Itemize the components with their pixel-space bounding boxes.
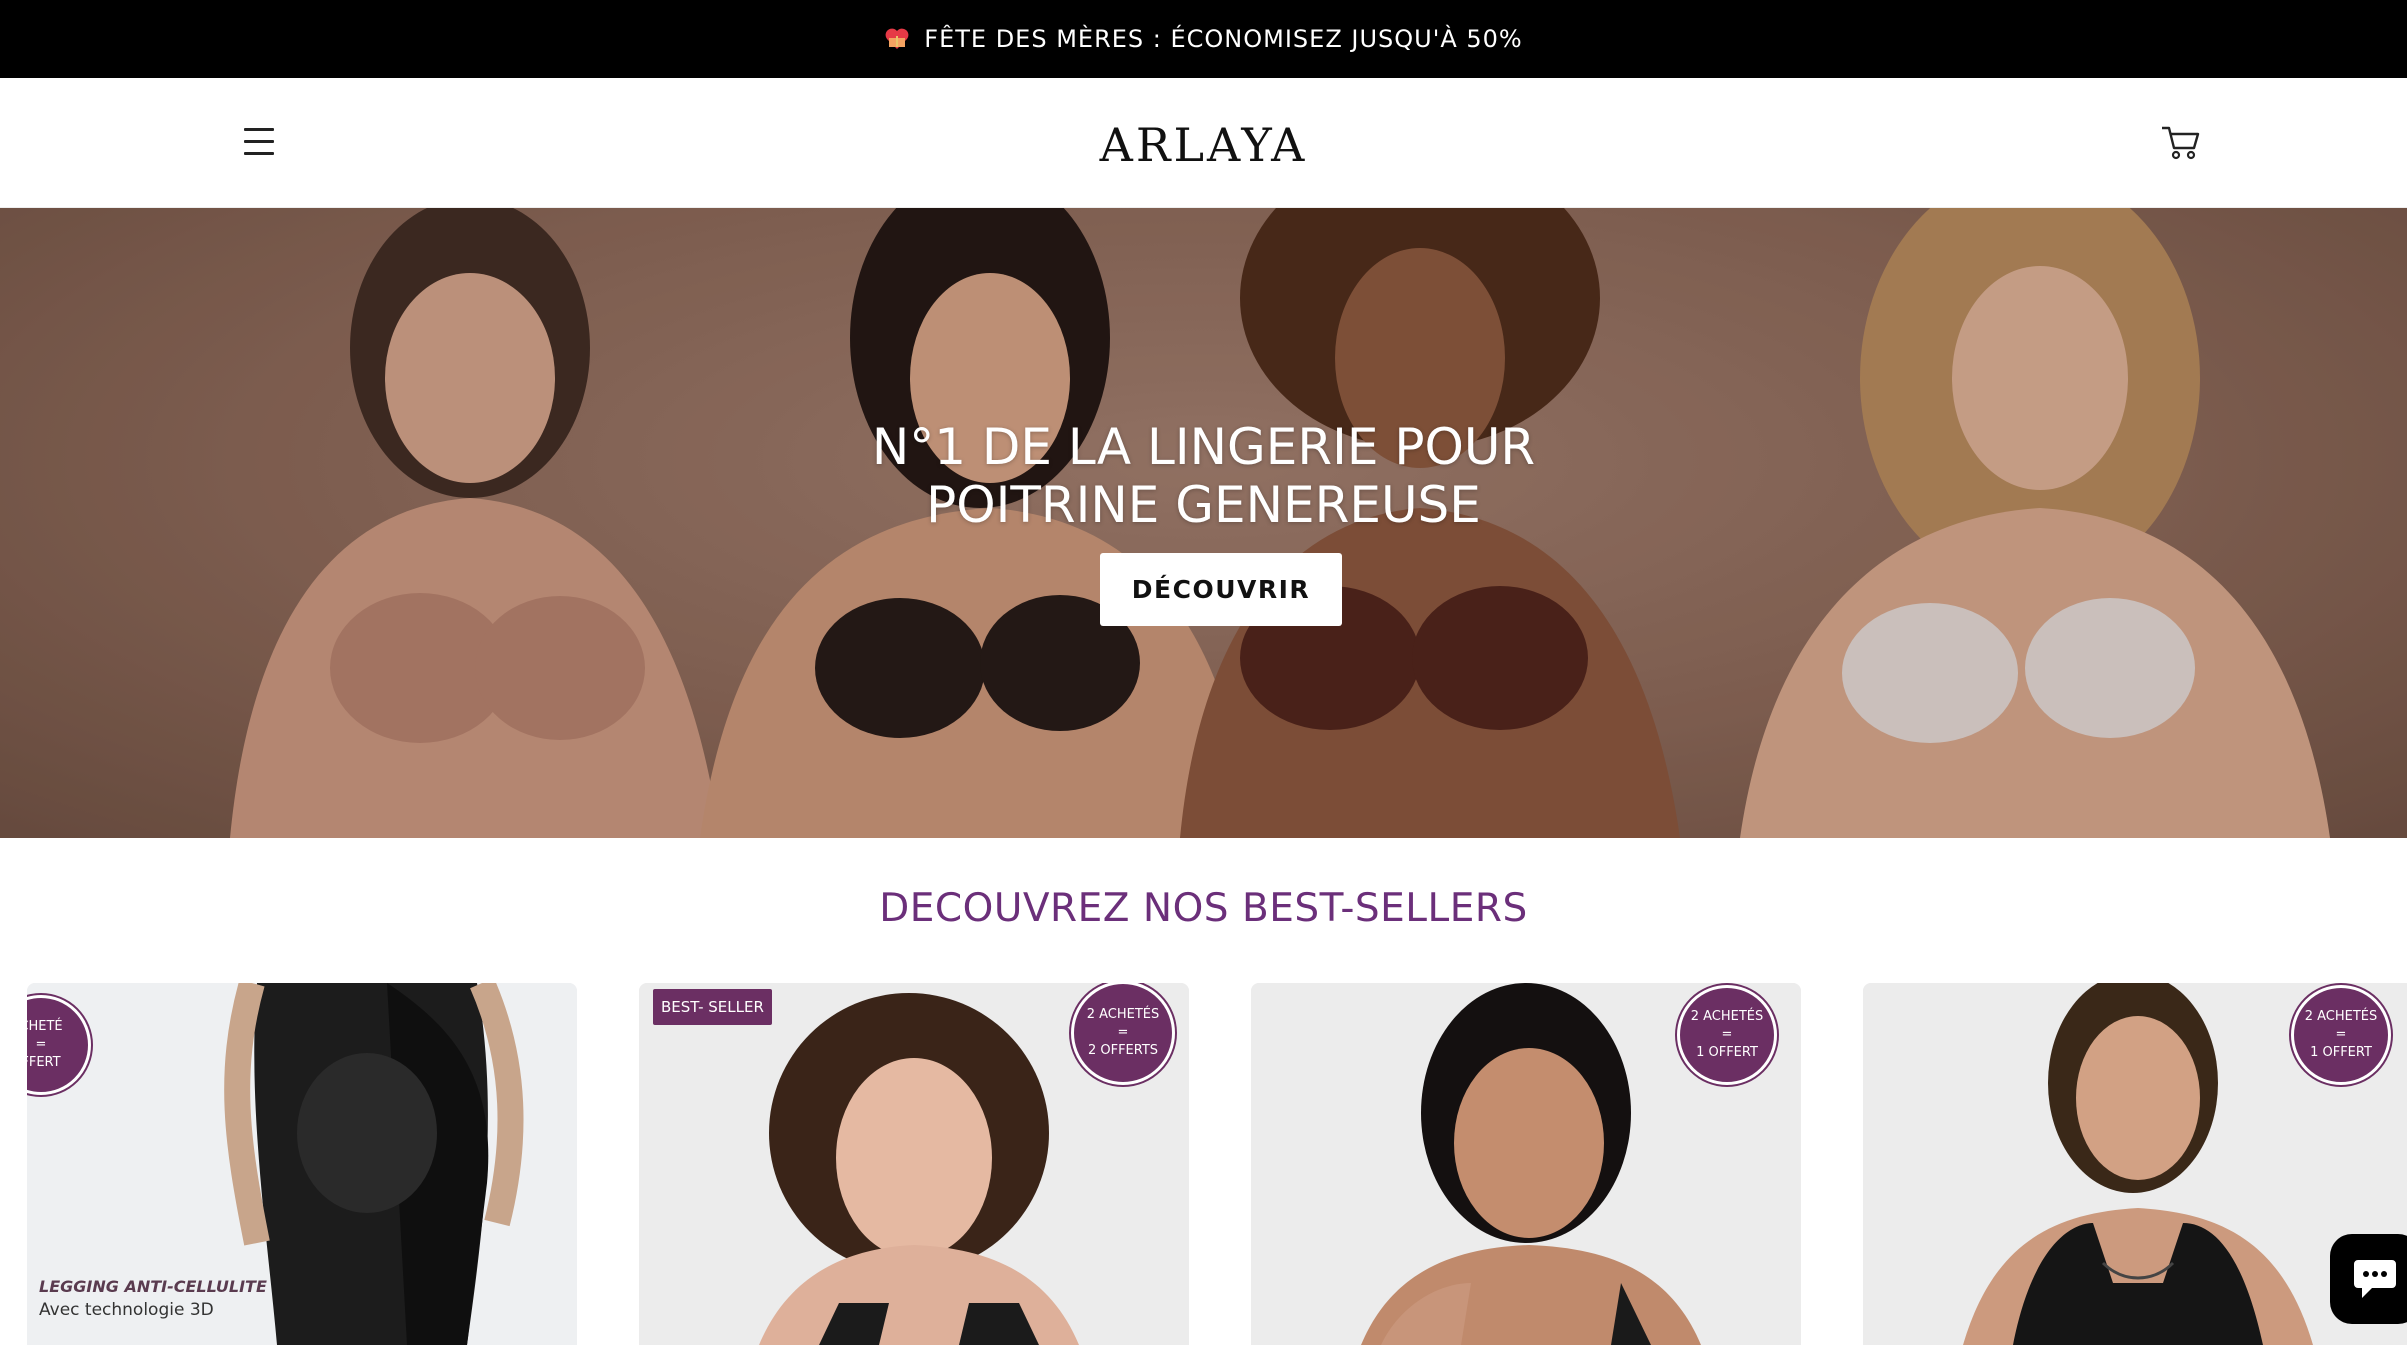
product-card-legging[interactable]: CHETÉ = FFERT LEGGING ANTI-CELLULITE Ave…	[27, 983, 577, 1345]
product-card-4[interactable]: 2 ACHETÉS = 1 OFFERT	[1863, 983, 2407, 1345]
bestsellers-title: DECOUVREZ NOS BEST-SELLERS	[879, 886, 1528, 931]
caption-title: LEGGING ANTI-CELLULITE	[39, 1277, 267, 1296]
product-caption: LEGGING ANTI-CELLULITE Avec technologie …	[39, 1277, 267, 1320]
site-header: ARLAYA	[0, 78, 2407, 208]
promo-badge: 2 ACHETÉS = 2 OFFERTS	[1071, 983, 1175, 1085]
promo-badge: 2 ACHETÉS = 1 OFFERT	[2291, 985, 2391, 1085]
brand-logo[interactable]: ARLAYA	[0, 118, 2407, 172]
heart-gift-icon	[885, 28, 909, 49]
hero-title: N°1 DE LA LINGERIE POUR POITRINE GENEREU…	[0, 418, 2407, 534]
chat-bubble-icon	[2354, 1260, 2396, 1298]
promo-badge: 2 ACHETÉS = 1 OFFERT	[1677, 985, 1777, 1085]
announcement-text: FÊTE DES MÈRES : ÉCONOMISEZ JUSQU'À 50%	[924, 25, 1523, 53]
chat-widget-button[interactable]	[2330, 1234, 2407, 1324]
cart-icon[interactable]	[2160, 122, 2202, 162]
caption-subtitle: Avec technologie 3D	[39, 1300, 214, 1320]
hero-title-line-1: N°1 DE LA LINGERIE POUR	[871, 418, 1536, 476]
hero-title-line-2: POITRINE GENEREUSE	[926, 476, 1481, 534]
hamburger-icon[interactable]	[244, 128, 274, 158]
product-card-3[interactable]: 2 ACHETÉS = 1 OFFERT	[1251, 983, 1801, 1345]
product-card-2[interactable]: BEST- SELLER 2 ACHETÉS = 2 OFFERTS	[639, 983, 1189, 1345]
hero-banner: N°1 DE LA LINGERIE POUR POITRINE GENEREU…	[0, 208, 2407, 838]
best-seller-tag: BEST- SELLER	[653, 989, 772, 1025]
discover-button[interactable]: DÉCOUVRIR	[1100, 553, 1342, 626]
announcement-bar: FÊTE DES MÈRES : ÉCONOMISEZ JUSQU'À 50%	[0, 0, 2407, 78]
